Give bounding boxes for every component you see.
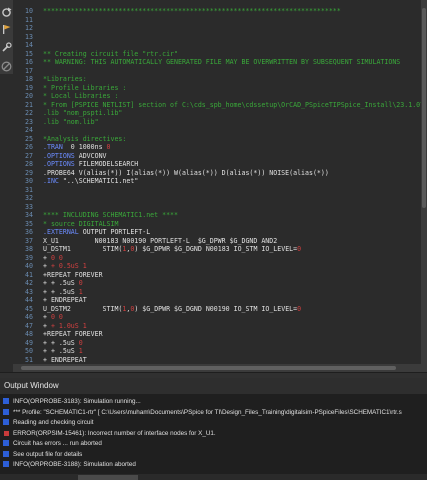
output-info-line[interactable]: *** Profile: "SCHEMATIC1-rtr" [ C:\Users…: [3, 408, 402, 418]
left-toolbar: [0, 0, 13, 74]
output-message: *** Profile: "SCHEMATIC1-rtr" [ C:\Users…: [13, 408, 402, 416]
code-line: 16 ** WARNING: THIS AUTOMATICALLY GENERAT…: [13, 57, 400, 67]
code-line: 10 **************************************…: [13, 6, 341, 16]
code-token: 0: [297, 304, 302, 313]
code-token: ) $G_DPWR $G_DGND N00183 IO_STM IO_LEVEL…: [134, 245, 298, 253]
vertical-scroll-thumb[interactable]: [422, 8, 426, 208]
code-token: .INC: [43, 177, 63, 185]
code-token: 0: [297, 245, 302, 253]
output-info-line[interactable]: INFO(ORPROBE-3183): Simulation running..…: [3, 397, 141, 407]
stop-icon[interactable]: [1, 57, 12, 72]
code-line: 51 + ENDREPEAT: [13, 355, 87, 365]
line-number: 51: [25, 355, 33, 364]
output-message: INFO(ORPROBE-3183): Simulation running..…: [13, 398, 141, 405]
horizontal-scroll-thumb[interactable]: [21, 366, 396, 370]
output-message: Circuit has errors ... run aborted: [13, 440, 102, 447]
output-info-line[interactable]: Reading and checking circuit: [3, 418, 94, 428]
refresh-icon[interactable]: [1, 3, 12, 17]
code-token: ****************************************…: [43, 7, 341, 15]
netlist-editor[interactable]: 10 **************************************…: [13, 0, 421, 372]
flag-icon[interactable]: [1, 20, 12, 34]
code-token: .lib "nom.lib": [43, 117, 99, 126]
info-icon: [3, 398, 9, 404]
output-message: ERROR(ORPSIM-15461): Incorrect number of…: [13, 429, 216, 437]
editor-horizontal-scrollbar[interactable]: [13, 364, 421, 372]
info-icon: [3, 461, 9, 467]
error-icon: [4, 430, 9, 436]
info-icon: [3, 440, 9, 446]
output-window-panel[interactable]: INFO(ORPROBE-3183): Simulation running..…: [0, 394, 427, 474]
editor-vertical-scrollbar[interactable]: [421, 0, 427, 372]
output-message: See output file for details: [13, 450, 83, 458]
output-message: INFO(ORPROBE-3188): Simulation aborted: [13, 461, 136, 468]
code-token: "..\SCHEMATIC1.net": [62, 177, 139, 185]
code-token: ** WARNING: THIS AUTOMATICALLY GENERATED…: [43, 58, 401, 66]
bottom-tab[interactable]: [78, 475, 138, 480]
output-error-line[interactable]: ERROR(ORPSIM-15461): Incorrect number of…: [3, 429, 216, 439]
code-token: ) $G_DPWR $G_DGND N00190 IO_STM IO_LEVEL…: [134, 304, 298, 313]
info-icon: [3, 408, 9, 415]
info-icon: [3, 419, 9, 425]
info-icon: [3, 450, 9, 457]
output-info-line[interactable]: See output file for details: [3, 450, 82, 460]
bottom-tab-bar: [0, 474, 427, 480]
output-window-title: Output Window: [0, 378, 427, 394]
output-message: Reading and checking circuit: [13, 419, 94, 426]
code-token: 0: [106, 143, 111, 151]
output-info-line[interactable]: Circuit has errors ... run aborted: [3, 439, 102, 449]
output-info-line[interactable]: INFO(ORPROBE-3188): Simulation aborted: [3, 460, 136, 470]
code-token: + ENDREPEAT: [43, 355, 87, 364]
wrench-icon[interactable]: [1, 38, 12, 52]
